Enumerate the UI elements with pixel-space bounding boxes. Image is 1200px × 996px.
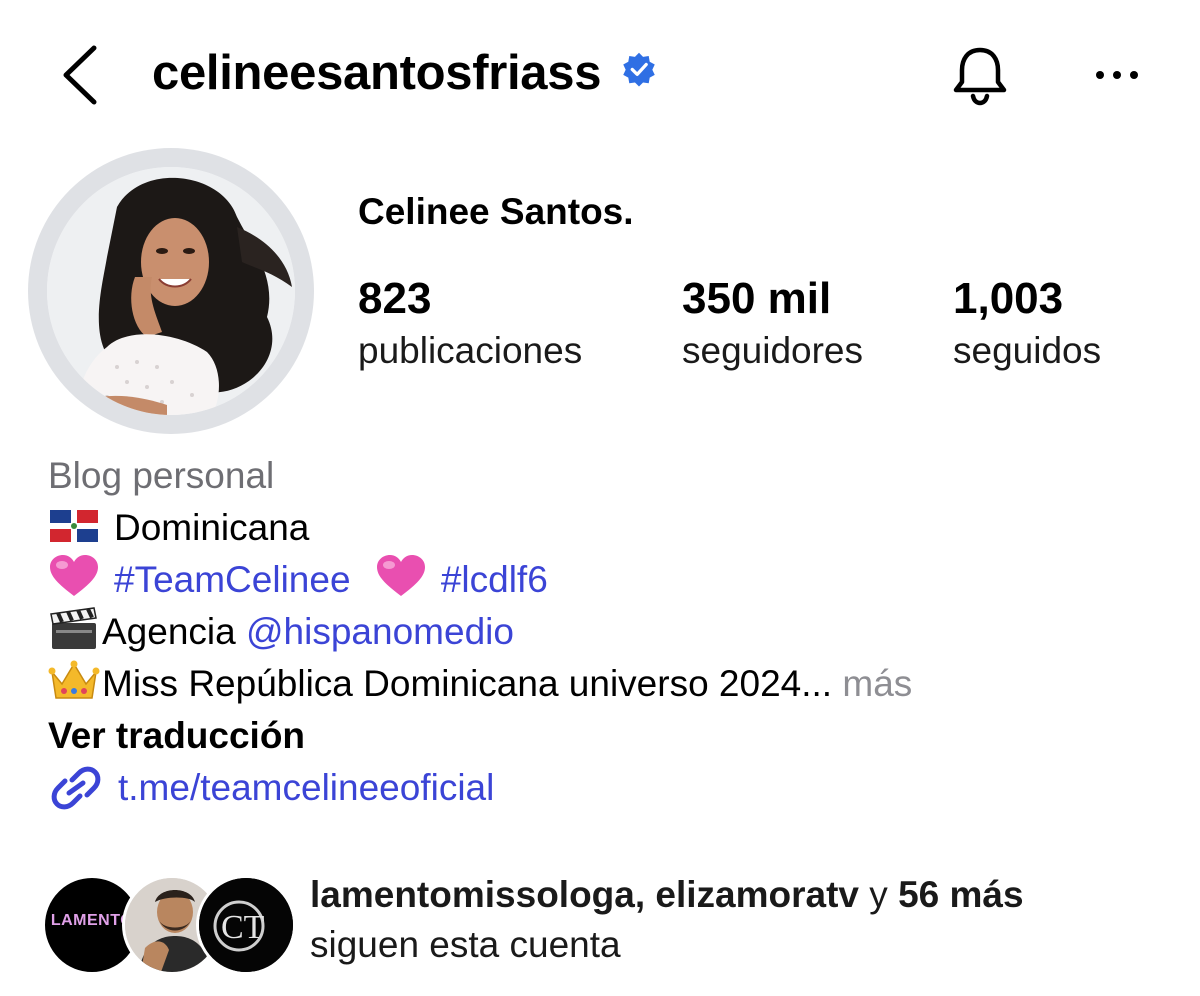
stat-following-label: seguidos (953, 330, 1102, 371)
followed-by-text[interactable]: lamentomissologa, elizamoratv y 56 más s… (310, 870, 1024, 970)
stat-following[interactable]: 1,003 seguidos (953, 272, 1101, 376)
external-link-text: t.me/teamcelineeoficial (118, 767, 495, 808)
stat-posts-label: publicaciones (358, 330, 583, 371)
clapperboard-icon (50, 607, 97, 649)
bio-title-line: Miss República Dominicana universo 2024.… (48, 658, 1168, 710)
profile-full-name: Celinee Santos. (358, 191, 634, 232)
svg-text:CT: CT (221, 909, 265, 946)
back-button[interactable] (56, 40, 116, 110)
external-link[interactable]: t.me/teamcelineeoficial (48, 762, 1168, 814)
see-translation-button[interactable]: Ver traducción (48, 710, 1168, 762)
profile-bio: Blog personal Dominicana #TeamCelinee #l… (48, 450, 1168, 814)
bell-icon (953, 47, 1007, 106)
followed-by-count: 56 más (898, 874, 1024, 915)
stat-followers-label: seguidores (682, 330, 864, 371)
verified-badge-icon (623, 52, 655, 87)
bio-agency-label: Agencia (102, 611, 246, 652)
followed-by-connector: y (859, 874, 899, 915)
bio-title-text: Miss República Dominicana universo 2024.… (102, 663, 833, 704)
crown-icon (48, 660, 100, 699)
bio-category: Blog personal (48, 455, 275, 496)
followed-by-names: lamentomissologa, elizamoratv (310, 874, 860, 915)
bio-hashtags-line: #TeamCelinee #lcdlf6 (48, 554, 1168, 606)
hashtag-teamcelinee-link[interactable]: #TeamCelinee (114, 559, 351, 600)
chevron-left-icon (63, 45, 97, 105)
bio-agency-line: Agencia @hispanomedio (48, 606, 1168, 658)
avatar[interactable] (47, 167, 295, 415)
bio-nationality-text: Dominicana (114, 507, 310, 548)
stat-posts[interactable]: 823 publicaciones (358, 272, 582, 376)
stat-following-value: 1,003 (953, 274, 1064, 323)
stat-posts-value: 823 (358, 274, 432, 323)
pink-heart-icon (376, 555, 425, 596)
stat-followers[interactable]: 350 mil seguidores (682, 272, 863, 376)
hashtag-lcdlf6-link[interactable]: #lcdlf6 (441, 559, 548, 600)
profile-username: celineesantosfriass (152, 42, 657, 104)
agency-mention-link[interactable]: @hispanomedio (246, 611, 514, 652)
followed-by-caption: siguen esta cuenta (310, 924, 621, 965)
pink-heart-icon (50, 555, 98, 596)
notifications-button[interactable] (945, 40, 1015, 110)
link-icon (51, 766, 101, 810)
bio-nationality-line: Dominicana (48, 502, 1168, 554)
username-text: celineesantosfriass (152, 46, 602, 100)
stat-followers-value: 350 mil (682, 274, 832, 323)
follower-avatar-3-logo: CT (199, 878, 293, 972)
bio-more-button[interactable]: más (842, 663, 912, 704)
more-dots-icon (1096, 71, 1138, 79)
profile-photo (47, 167, 295, 415)
follower-avatar-3[interactable]: CT (196, 875, 296, 975)
dominican-flag-icon (50, 510, 98, 542)
more-options-button[interactable] (1090, 55, 1150, 95)
